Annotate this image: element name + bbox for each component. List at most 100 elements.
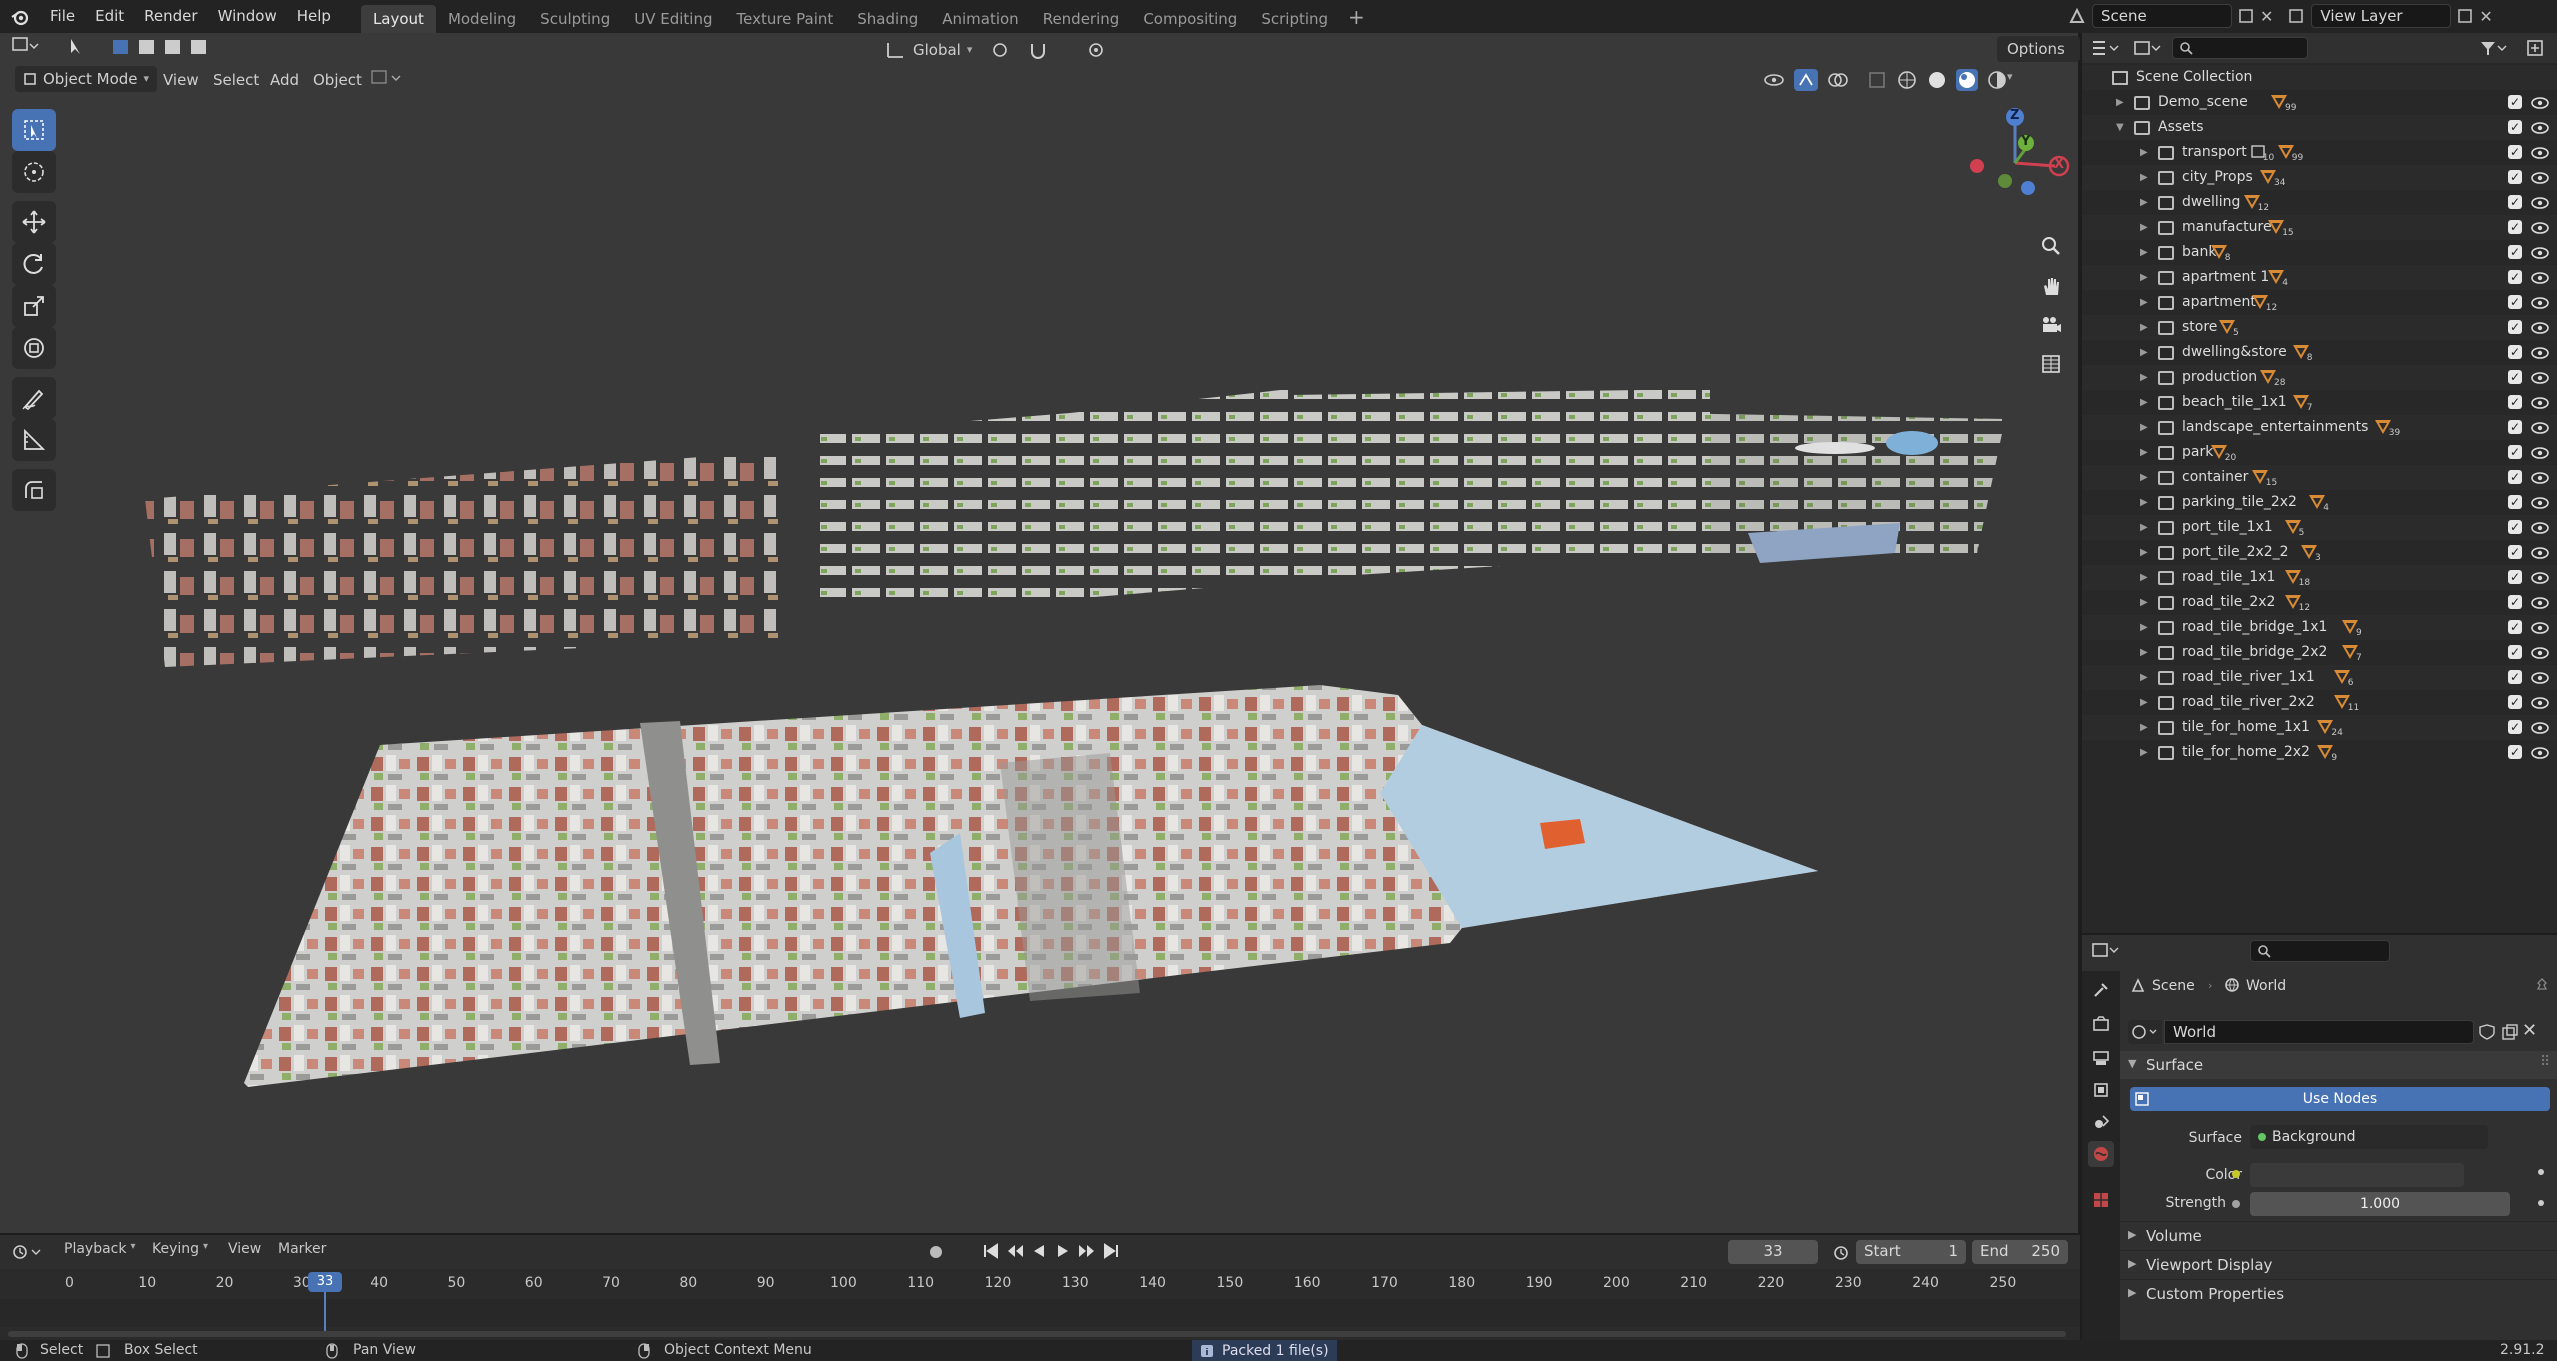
outliner-collection-row[interactable]: ▶ port_tile_1x1 5 ✓ bbox=[2082, 515, 2557, 540]
expand-arrow-icon[interactable]: ▶ bbox=[2140, 340, 2148, 365]
visibility-eye-icon[interactable] bbox=[2531, 322, 2549, 334]
expand-arrow-icon[interactable]: ▶ bbox=[2140, 615, 2148, 640]
menu-render[interactable]: Render bbox=[134, 0, 207, 33]
visibility-eye-icon[interactable] bbox=[2531, 297, 2549, 309]
view-layer-field[interactable]: View Layer bbox=[2311, 4, 2452, 28]
display-mode-icon[interactable] bbox=[2132, 39, 2162, 57]
outliner-assets[interactable]: ▼ Assets ✓ bbox=[2082, 115, 2557, 140]
exclude-checkbox[interactable]: ✓ bbox=[2508, 595, 2522, 609]
outliner-collection-row[interactable]: ▶ road_tile_river_1x1 6 ✓ bbox=[2082, 665, 2557, 690]
menu-help[interactable]: Help bbox=[287, 0, 341, 33]
expand-arrow-icon[interactable]: ▶ bbox=[2140, 365, 2148, 390]
visibility-eye-icon[interactable] bbox=[2531, 497, 2549, 509]
tab-rendering[interactable]: Rendering bbox=[1031, 5, 1132, 33]
current-frame-field[interactable]: 33 bbox=[1728, 1240, 1818, 1264]
exclude-checkbox[interactable]: ✓ bbox=[2508, 95, 2522, 109]
expand-arrow-icon[interactable]: ▶ bbox=[2140, 415, 2148, 440]
visibility-eye-icon[interactable] bbox=[2531, 247, 2549, 259]
expand-arrow-icon[interactable]: ▶ bbox=[2140, 490, 2148, 515]
outliner-collection-row[interactable]: ▶ store 5 ✓ bbox=[2082, 315, 2557, 340]
tab-compositing[interactable]: Compositing bbox=[1131, 5, 1249, 33]
tab-uv-editing[interactable]: UV Editing bbox=[622, 5, 724, 33]
visibility-eye-icon[interactable] bbox=[2531, 97, 2549, 109]
expand-arrow-icon[interactable]: ▶ bbox=[2140, 140, 2148, 165]
expand-arrow-icon[interactable]: ▶ bbox=[2140, 315, 2148, 340]
tab-animation[interactable]: Animation bbox=[930, 5, 1030, 33]
exclude-checkbox[interactable]: ✓ bbox=[2508, 420, 2522, 434]
exclude-checkbox[interactable]: ✓ bbox=[2508, 245, 2522, 259]
outliner-collection-row[interactable]: ▶ tile_for_home_1x1 24 ✓ bbox=[2082, 715, 2557, 740]
visibility-eye-icon[interactable] bbox=[2531, 372, 2549, 384]
stopwatch-icon[interactable] bbox=[1832, 1243, 1850, 1261]
visibility-eye-icon[interactable] bbox=[2531, 697, 2549, 709]
start-frame-field[interactable]: Start 1 bbox=[1856, 1240, 1966, 1264]
timeline-track-area[interactable] bbox=[0, 1299, 2080, 1327]
visibility-eye-icon[interactable] bbox=[2531, 597, 2549, 609]
exclude-checkbox[interactable]: ✓ bbox=[2508, 745, 2522, 759]
delete-view-layer-icon[interactable]: ✕ bbox=[2479, 7, 2492, 26]
exclude-checkbox[interactable]: ✓ bbox=[2508, 670, 2522, 684]
visibility-eye-icon[interactable] bbox=[2531, 397, 2549, 409]
outliner-collection-row[interactable]: ▶ apartment 12 ✓ bbox=[2082, 290, 2557, 315]
outliner-collection-row[interactable]: ▶ parking_tile_2x2 4 ✓ bbox=[2082, 490, 2557, 515]
expand-arrow-icon[interactable]: ▶ bbox=[2140, 715, 2148, 740]
outliner-search-input[interactable] bbox=[2172, 37, 2308, 59]
jump-keyframe-back-icon[interactable] bbox=[1006, 1242, 1024, 1260]
exclude-checkbox[interactable]: ✓ bbox=[2508, 570, 2522, 584]
new-scene-icon[interactable] bbox=[2238, 8, 2254, 24]
exclude-checkbox[interactable]: ✓ bbox=[2508, 145, 2522, 159]
exclude-checkbox[interactable]: ✓ bbox=[2508, 270, 2522, 284]
world-tab-icon[interactable] bbox=[2088, 1141, 2114, 1167]
exclude-checkbox[interactable]: ✓ bbox=[2508, 545, 2522, 559]
tab-scripting[interactable]: Scripting bbox=[1249, 5, 1340, 33]
pin-icon[interactable] bbox=[2534, 977, 2550, 993]
drag-handle-icon[interactable]: ⠿ bbox=[2540, 1054, 2550, 1070]
use-nodes-button[interactable]: Use Nodes bbox=[2130, 1087, 2550, 1111]
outliner-collection-row[interactable]: ▶ dwelling 12 ✓ bbox=[2082, 190, 2557, 215]
expand-arrow-icon[interactable]: ▶ bbox=[2140, 190, 2148, 215]
visibility-eye-icon[interactable] bbox=[2531, 472, 2549, 484]
duplicate-world-icon[interactable] bbox=[2501, 1024, 2519, 1040]
play-reverse-icon[interactable] bbox=[1030, 1242, 1048, 1260]
expand-arrow-icon[interactable]: ▶ bbox=[2140, 640, 2148, 665]
visibility-eye-icon[interactable] bbox=[2531, 522, 2549, 534]
play-icon[interactable] bbox=[1054, 1242, 1072, 1260]
outliner-collection-row[interactable]: ▶ road_tile_2x2 12 ✓ bbox=[2082, 590, 2557, 615]
scene-field[interactable]: Scene bbox=[2092, 4, 2232, 28]
exclude-checkbox[interactable]: ✓ bbox=[2508, 170, 2522, 184]
visibility-eye-icon[interactable] bbox=[2531, 347, 2549, 359]
outliner-collection-row[interactable]: ▶ dwelling&store 8 ✓ bbox=[2082, 340, 2557, 365]
blender-logo-icon[interactable] bbox=[0, 8, 40, 26]
outliner-collection-row[interactable]: ▶ production 28 ✓ bbox=[2082, 365, 2557, 390]
visibility-eye-icon[interactable] bbox=[2531, 422, 2549, 434]
exclude-checkbox[interactable]: ✓ bbox=[2508, 295, 2522, 309]
exclude-checkbox[interactable]: ✓ bbox=[2508, 495, 2522, 509]
menu-file[interactable]: File bbox=[40, 0, 85, 33]
outliner-collection-row[interactable]: ▶ container 15 ✓ bbox=[2082, 465, 2557, 490]
3d-viewport[interactable]: Global ▾ Object Mode ▾ View Select Add O… bbox=[0, 33, 2080, 1233]
render-tab-icon[interactable] bbox=[2088, 1011, 2114, 1037]
expand-arrow-icon[interactable]: ▶ bbox=[2140, 515, 2148, 540]
surface-panel-header[interactable]: ▼ Surface ⠿ bbox=[2120, 1051, 2557, 1079]
keying-dropdown[interactable]: Keying ▾ bbox=[152, 1241, 208, 1257]
record-icon[interactable] bbox=[927, 1243, 945, 1261]
outliner-collection-row[interactable]: ▶ tile_for_home_2x2 9 ✓ bbox=[2082, 740, 2557, 765]
expand-arrow-icon[interactable]: ▶ bbox=[2140, 465, 2148, 490]
playhead-marker[interactable]: 33 bbox=[308, 1272, 342, 1292]
timeline-scrollbar[interactable] bbox=[8, 1331, 2066, 1337]
outliner-collection-row[interactable]: ▶ road_tile_bridge_1x1 9 ✓ bbox=[2082, 615, 2557, 640]
expand-arrow-icon[interactable]: ▶ bbox=[2140, 165, 2148, 190]
playback-dropdown[interactable]: Playback ▾ bbox=[64, 1241, 136, 1257]
delete-scene-icon[interactable]: ✕ bbox=[2260, 7, 2273, 26]
new-collection-icon[interactable] bbox=[2526, 39, 2546, 57]
outliner-editor-icon[interactable] bbox=[2090, 39, 2120, 57]
outliner-collection-row[interactable]: ▶ landscape_entertainments 39 ✓ bbox=[2082, 415, 2557, 440]
expand-arrow-icon[interactable]: ▶ bbox=[2116, 90, 2124, 115]
visibility-eye-icon[interactable] bbox=[2531, 747, 2549, 759]
menu-window[interactable]: Window bbox=[208, 0, 287, 33]
view-layer-icon[interactable] bbox=[2287, 7, 2305, 25]
exclude-checkbox[interactable]: ✓ bbox=[2508, 520, 2522, 534]
visibility-eye-icon[interactable] bbox=[2531, 222, 2549, 234]
outliner-collection-row[interactable]: ▶ city_Props 34 ✓ bbox=[2082, 165, 2557, 190]
tab-layout[interactable]: Layout bbox=[360, 5, 436, 33]
